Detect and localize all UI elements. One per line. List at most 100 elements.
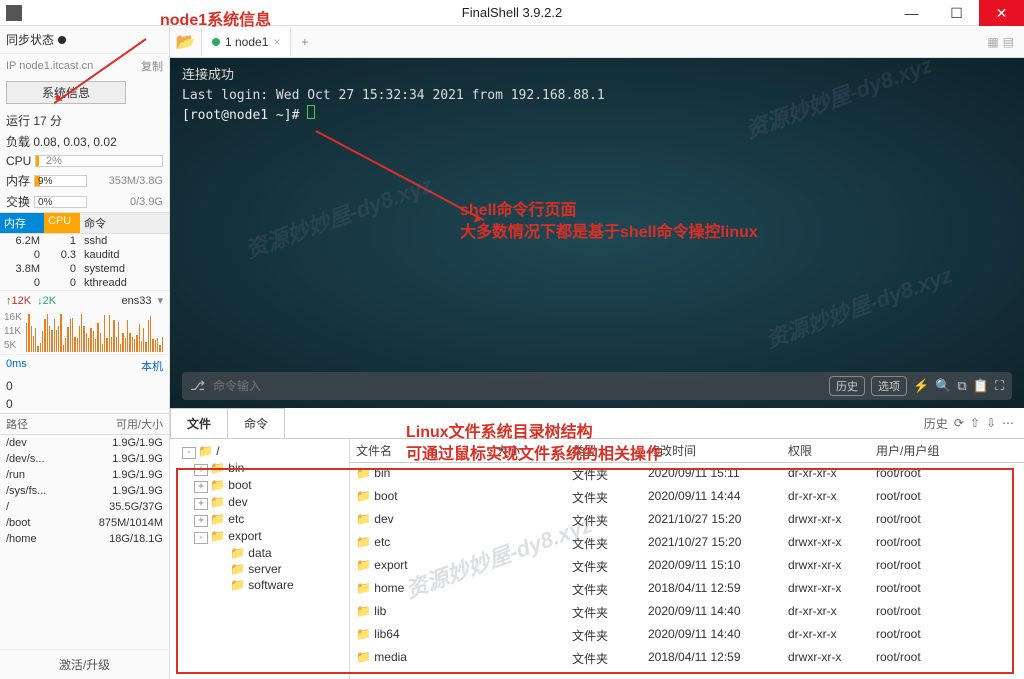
tree-node[interactable]: 📁 data <box>174 545 345 561</box>
close-button[interactable]: ✕ <box>979 0 1024 26</box>
expand-icon[interactable]: + <box>194 515 208 527</box>
more-icon[interactable]: ⋯ <box>1002 416 1014 430</box>
net-up: ↑12K <box>6 295 31 307</box>
terminal-prompt-line: [root@node1 ~]# <box>182 105 1012 126</box>
tree-node[interactable]: 📁 software <box>174 577 345 593</box>
col-mem[interactable]: 内存 <box>0 213 44 233</box>
process-row[interactable]: 00.3kauditd <box>0 248 169 262</box>
search-icon[interactable]: 🔍 <box>935 378 951 394</box>
col-filename[interactable]: 文件名 <box>350 439 490 462</box>
file-row[interactable]: 📁 etc 文件夹 2021/10/27 15:20 drwxr-xr-x ro… <box>350 532 1024 555</box>
bottom-tabs: 文件 命令 历史 ⟳ ⇧ ⇩ ⋯ <box>170 408 1024 439</box>
path-row[interactable]: /sys/fs...1.9G/1.9G <box>0 483 169 499</box>
path-row[interactable]: /35.5G/37G <box>0 499 169 515</box>
copy-icon[interactable]: ⧉ <box>957 378 966 394</box>
col-cpu[interactable]: CPU <box>44 213 80 233</box>
tree-node[interactable]: -📁 export <box>174 528 345 545</box>
col-modtime[interactable]: 修改时间 <box>642 439 782 462</box>
terminal[interactable]: 连接成功 Last login: Wed Oct 27 15:32:34 202… <box>170 58 1024 408</box>
path-row[interactable]: /boot875M/1014M <box>0 515 169 531</box>
file-row[interactable]: 📁 bin 文件夹 2020/09/11 15:11 dr-xr-xr-x ro… <box>350 463 1024 486</box>
col-owner[interactable]: 用户/用户组 <box>870 439 1024 462</box>
tree-node[interactable]: +📁 etc <box>174 511 345 528</box>
folder-icon: 📁 <box>210 495 225 509</box>
cpu-pct: 2% <box>46 155 62 167</box>
folder-open-icon[interactable]: 📂 <box>170 28 202 56</box>
ping-ms: 0ms <box>6 358 27 374</box>
titlebar: FinalShell 3.9.2.2 — ☐ ✕ <box>0 0 1024 26</box>
refresh-icon[interactable]: ⟳ <box>954 416 964 430</box>
add-tab-button[interactable]: + <box>291 35 318 49</box>
process-row[interactable]: 3.8M0systemd <box>0 262 169 276</box>
bolt-icon[interactable]: ⚡ <box>913 378 929 394</box>
path-row[interactable]: /home18G/18.1G <box>0 531 169 547</box>
file-list[interactable]: 文件名 大小 类型 修改时间 权限 用户/用户组 📁 bin 文件夹 2020/… <box>350 439 1024 679</box>
swap-detail: 0/3.9G <box>91 196 163 208</box>
col-psize[interactable]: 可用/大小 <box>60 414 169 434</box>
activate-link[interactable]: 激活/升级 <box>0 649 169 679</box>
download-icon[interactable]: ⇩ <box>986 416 996 430</box>
tab-file[interactable]: 文件 <box>170 408 228 438</box>
expand-icon[interactable]: + <box>194 481 208 493</box>
command-input[interactable] <box>213 379 821 393</box>
folder-icon: 📁 <box>210 529 225 543</box>
tree-root[interactable]: / <box>216 444 219 458</box>
chevron-down-icon[interactable]: ▾ <box>157 294 163 307</box>
folder-icon: 📁 <box>356 627 371 641</box>
file-row[interactable]: 📁 export 文件夹 2020/09/11 15:10 drwxr-xr-x… <box>350 555 1024 578</box>
maximize-button[interactable]: ☐ <box>934 0 979 26</box>
expand-icon[interactable]: - <box>194 532 208 544</box>
minimize-button[interactable]: — <box>889 0 934 26</box>
path-row[interactable]: /run1.9G/1.9G <box>0 467 169 483</box>
expand-icon[interactable]: - <box>182 447 196 459</box>
tree-node[interactable]: +📁 bin <box>174 460 345 477</box>
path-row[interactable]: /dev/s...1.9G/1.9G <box>0 451 169 467</box>
expand-icon[interactable]: + <box>194 464 208 476</box>
col-filesize[interactable]: 大小 <box>490 439 566 462</box>
file-row[interactable]: 📁 lib64 文件夹 2020/09/11 14:40 dr-xr-xr-x … <box>350 624 1024 647</box>
network-sparkline <box>26 312 163 352</box>
sidebar: 同步状态 IP node1.itcast.cn 复制 系统信息 运行 17 分 … <box>0 26 170 679</box>
paste-icon[interactable]: 📋 <box>973 378 989 394</box>
main-area: 📂 1 node1 × + ▦ ▤ 连接成功 Last login: Wed O… <box>170 26 1024 679</box>
status-dot-icon <box>212 38 220 46</box>
view-mode-icons[interactable]: ▦ ▤ <box>977 35 1024 49</box>
folder-icon: 📁 <box>230 578 245 592</box>
process-row[interactable]: 6.2M1sshd <box>0 234 169 248</box>
col-path[interactable]: 路径 <box>0 414 60 434</box>
sync-label: 同步状态 <box>6 31 54 48</box>
history-label[interactable]: 历史 <box>924 415 948 432</box>
history-button[interactable]: 历史 <box>829 376 865 396</box>
session-tab[interactable]: 1 node1 × <box>202 28 291 56</box>
file-row[interactable]: 📁 boot 文件夹 2020/09/11 14:44 dr-xr-xr-x r… <box>350 486 1024 509</box>
copy-ip-button[interactable]: 复制 <box>141 58 163 74</box>
file-row[interactable]: 📁 home 文件夹 2018/04/11 12:59 drwxr-xr-x r… <box>350 578 1024 601</box>
file-row[interactable]: 📁 lib 文件夹 2020/09/11 14:40 dr-xr-xr-x ro… <box>350 601 1024 624</box>
tree-node[interactable]: 📁 server <box>174 561 345 577</box>
fullscreen-icon[interactable]: ⛶ <box>995 378 1004 394</box>
grid-icon[interactable]: ▦ <box>987 35 998 49</box>
cursor-icon <box>307 105 315 119</box>
upload-icon[interactable]: ⇧ <box>970 416 980 430</box>
col-filetype[interactable]: 类型 <box>566 439 642 462</box>
file-row[interactable]: 📁 dev 文件夹 2021/10/27 15:20 drwxr-xr-x ro… <box>350 509 1024 532</box>
col-cmd[interactable]: 命令 <box>80 213 169 233</box>
file-row[interactable]: 📁 media 文件夹 2018/04/11 12:59 drwxr-xr-x … <box>350 647 1024 670</box>
tree-node[interactable]: +📁 dev <box>174 494 345 511</box>
split-icon[interactable]: ▤ <box>1003 35 1014 49</box>
folder-icon: 📁 <box>356 650 371 664</box>
path-header: 路径 可用/大小 <box>0 414 169 435</box>
tabbar: 📂 1 node1 × + ▦ ▤ <box>170 26 1024 58</box>
ping-row: 0ms 本机 <box>0 354 169 377</box>
file-tree[interactable]: -📁 / +📁 bin+📁 boot+📁 dev+📁 etc-📁 export📁… <box>170 439 350 679</box>
system-info-button[interactable]: 系统信息 <box>6 81 126 104</box>
tree-node[interactable]: +📁 boot <box>174 477 345 494</box>
expand-icon[interactable]: + <box>194 498 208 510</box>
path-row[interactable]: /dev1.9G/1.9G <box>0 435 169 451</box>
options-button[interactable]: 选项 <box>871 376 907 396</box>
tab-cmd[interactable]: 命令 <box>227 408 285 438</box>
process-row[interactable]: 00kthreadd <box>0 276 169 290</box>
tab-close-icon[interactable]: × <box>273 35 280 49</box>
ping-host: 本机 <box>141 358 163 374</box>
col-perm[interactable]: 权限 <box>782 439 870 462</box>
